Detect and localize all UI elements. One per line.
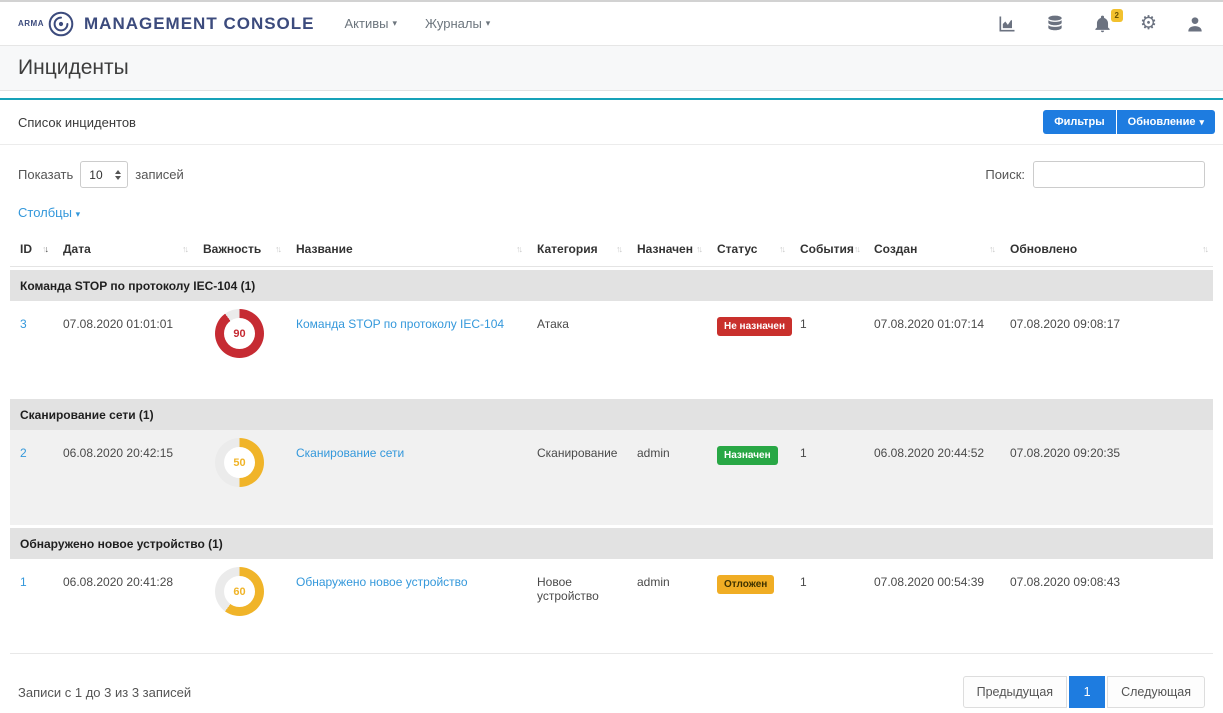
severity-gauge: 60 bbox=[215, 567, 264, 616]
status-badge: Отложен bbox=[717, 575, 774, 594]
group-header: Сканирование сети (1) bbox=[10, 399, 1213, 430]
group-header: Обнаружено новое устройство (1) bbox=[10, 528, 1213, 559]
sort-icon: ↑↓ bbox=[779, 244, 784, 254]
incident-updated: 07.08.2020 09:20:35 bbox=[1000, 430, 1213, 460]
select-arrows-icon bbox=[115, 170, 121, 180]
incident-date: 06.08.2020 20:41:28 bbox=[53, 559, 193, 589]
sort-icon: ↑↓ bbox=[275, 244, 280, 254]
incident-created: 06.08.2020 20:44:52 bbox=[864, 430, 1000, 460]
table-row: 3 07.08.2020 01:01:01 90 Команда STOP по… bbox=[10, 301, 1213, 396]
brand-logo[interactable]: ARMA MANAGEMENT CONSOLE bbox=[18, 11, 315, 37]
refresh-dropdown-button[interactable]: Обновление ▾ bbox=[1117, 110, 1215, 134]
incident-name-link[interactable]: Сканирование сети bbox=[296, 446, 404, 460]
bell-icon[interactable]: 2 bbox=[1093, 14, 1112, 33]
sort-icon: ↑↓ bbox=[42, 244, 47, 254]
incident-events-count: 1 bbox=[790, 301, 864, 331]
chart-icon[interactable] bbox=[997, 14, 1017, 34]
panel-title: Список инцидентов bbox=[18, 115, 136, 130]
user-icon[interactable] bbox=[1185, 14, 1205, 34]
column-header-status[interactable]: Статус↑↓ bbox=[707, 234, 790, 260]
notification-count-badge: 2 bbox=[1111, 9, 1123, 22]
pagination: Предыдущая 1 Следующая bbox=[963, 676, 1205, 708]
incident-assignee: admin bbox=[627, 559, 707, 589]
search-input[interactable] bbox=[1033, 161, 1205, 188]
incident-events-count: 1 bbox=[790, 430, 864, 460]
sort-icon: ↑↓ bbox=[516, 244, 521, 254]
sort-icon: ↑↓ bbox=[854, 244, 859, 254]
incident-events-count: 1 bbox=[790, 559, 864, 589]
incidents-table: ID ↑↓ Дата↑↓ Важность↑↓ Название↑↓ Катег… bbox=[10, 234, 1213, 654]
severity-gauge: 50 bbox=[215, 438, 264, 487]
nav-menu-assets[interactable]: Активы ▾ bbox=[345, 16, 398, 31]
column-header-created[interactable]: Создан↑↓ bbox=[864, 234, 1000, 260]
incident-category: Новое устройство bbox=[527, 559, 627, 603]
incident-created: 07.08.2020 01:07:14 bbox=[864, 301, 1000, 331]
sort-icon: ↑↓ bbox=[696, 244, 701, 254]
column-header-assigned[interactable]: Назначен↑↓ bbox=[627, 234, 707, 260]
show-label: Показать bbox=[18, 167, 73, 182]
sort-icon: ↑↓ bbox=[182, 244, 187, 254]
pagination-next-button[interactable]: Следующая bbox=[1107, 676, 1205, 708]
incident-assignee bbox=[627, 301, 707, 317]
incident-assignee: admin bbox=[627, 430, 707, 460]
incident-category: Сканирование bbox=[527, 430, 627, 460]
incident-name-link[interactable]: Обнаружено новое устройство bbox=[296, 575, 468, 589]
table-row: 1 06.08.2020 20:41:28 60 Обнаружено ново… bbox=[10, 559, 1213, 654]
column-header-category[interactable]: Категория↑↓ bbox=[527, 234, 627, 260]
incident-category: Атака bbox=[527, 301, 627, 331]
brand-title: MANAGEMENT CONSOLE bbox=[84, 14, 315, 34]
status-badge: Назначен bbox=[717, 446, 778, 465]
incident-id-link[interactable]: 1 bbox=[20, 575, 27, 589]
sort-icon: ↑↓ bbox=[989, 244, 994, 254]
incidents-panel: Список инцидентов Фильтры Обновление ▾ П… bbox=[0, 98, 1223, 713]
nav-menu-journals[interactable]: Журналы ▾ bbox=[425, 16, 490, 31]
filters-button[interactable]: Фильтры bbox=[1043, 110, 1115, 134]
caret-down-icon: ▾ bbox=[76, 209, 81, 219]
gear-icon[interactable]: ⚙ bbox=[1140, 14, 1157, 33]
page-title-bar: Инциденты bbox=[0, 46, 1223, 91]
pagination-page-1-button[interactable]: 1 bbox=[1069, 676, 1105, 708]
column-header-severity[interactable]: Важность↑↓ bbox=[193, 234, 286, 260]
column-header-date[interactable]: Дата↑↓ bbox=[53, 234, 193, 260]
records-label: записей bbox=[135, 167, 183, 182]
incident-updated: 07.08.2020 09:08:17 bbox=[1000, 301, 1213, 331]
group-header: Команда STOP по протоколу IEC-104 (1) bbox=[10, 270, 1213, 301]
incident-date: 06.08.2020 20:42:15 bbox=[53, 430, 193, 460]
incident-updated: 07.08.2020 09:08:43 bbox=[1000, 559, 1213, 589]
arma-logo-icon bbox=[48, 11, 74, 37]
search-label: Поиск: bbox=[985, 167, 1025, 182]
sort-icon: ↑↓ bbox=[1202, 244, 1207, 254]
incident-date: 07.08.2020 01:01:01 bbox=[53, 301, 193, 331]
incident-created: 07.08.2020 00:54:39 bbox=[864, 559, 1000, 589]
caret-down-icon: ▾ bbox=[1199, 117, 1204, 128]
incident-id-link[interactable]: 3 bbox=[20, 317, 27, 331]
column-header-name[interactable]: Название↑↓ bbox=[286, 234, 527, 260]
caret-down-icon: ▾ bbox=[392, 18, 397, 29]
page-title: Инциденты bbox=[18, 56, 129, 80]
pagination-prev-button[interactable]: Предыдущая bbox=[963, 676, 1067, 708]
brand-mark: ARMA bbox=[18, 19, 44, 28]
incident-name-link[interactable]: Команда STOP по протоколу IEC-104 bbox=[296, 317, 504, 331]
incident-id-link[interactable]: 2 bbox=[20, 446, 27, 460]
caret-down-icon: ▾ bbox=[486, 18, 491, 29]
records-info: Записи с 1 до 3 из 3 записей bbox=[18, 685, 191, 700]
column-header-events[interactable]: События↑↓ bbox=[790, 234, 864, 260]
sort-icon: ↑↓ bbox=[616, 244, 621, 254]
status-badge: Не назначен bbox=[717, 317, 792, 336]
column-header-id[interactable]: ID ↑↓ bbox=[10, 234, 53, 260]
severity-gauge: 90 bbox=[215, 309, 264, 358]
database-icon[interactable] bbox=[1045, 14, 1065, 34]
columns-dropdown[interactable]: Столбцы ▾ bbox=[18, 205, 80, 220]
top-navbar: ARMA MANAGEMENT CONSOLE Активы ▾ Журналы… bbox=[0, 0, 1223, 46]
column-header-updated[interactable]: Обновлено↑↓ bbox=[1000, 234, 1213, 260]
table-row: 2 06.08.2020 20:42:15 50 Сканирование се… bbox=[10, 430, 1213, 525]
page-size-select[interactable]: 10 bbox=[80, 161, 128, 188]
